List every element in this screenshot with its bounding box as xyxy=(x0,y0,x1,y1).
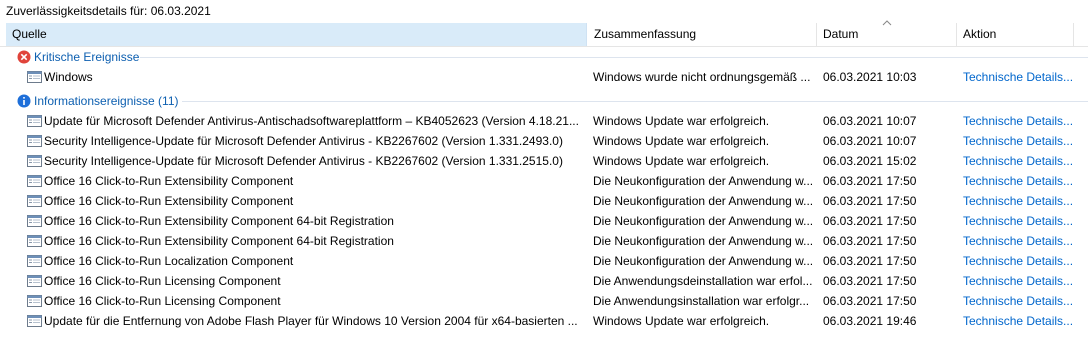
summary-cell: Die Neukonfiguration der Anwendung w... xyxy=(593,214,814,228)
summary-cell: Windows Update war erfolgreich. xyxy=(593,134,770,148)
application-window-icon xyxy=(27,71,42,83)
date-cell: 06.03.2021 10:07 xyxy=(823,114,917,128)
application-window-icon xyxy=(27,155,42,167)
date-cell: 06.03.2021 17:50 xyxy=(823,254,917,268)
source-cell: Security Intelligence-Update für Microso… xyxy=(44,134,563,148)
source-cell: Security Intelligence-Update für Microso… xyxy=(44,154,563,168)
date-cell: 06.03.2021 17:50 xyxy=(823,214,917,228)
table-row[interactable]: Office 16 Click-to-Run Extensibility Com… xyxy=(0,231,1088,251)
table-header: Quelle Zusammenfassung Datum Aktion xyxy=(0,23,1088,47)
source-cell: Office 16 Click-to-Run Extensibility Com… xyxy=(44,234,394,248)
date-cell: 06.03.2021 10:07 xyxy=(823,134,917,148)
technical-details-link[interactable]: Technische Details... xyxy=(963,67,1073,87)
technical-details-link[interactable]: Technische Details... xyxy=(963,191,1073,211)
source-cell: Office 16 Click-to-Run Licensing Compone… xyxy=(44,274,281,288)
application-window-icon xyxy=(27,315,42,327)
source-cell: Update für die Entfernung von Adobe Flas… xyxy=(44,314,578,328)
technical-details-link[interactable]: Technische Details... xyxy=(963,311,1073,331)
source-cell: Update für Microsoft Defender Antivirus-… xyxy=(44,114,579,128)
source-cell: Windows xyxy=(44,70,93,84)
summary-cell: Die Neukonfiguration der Anwendung w... xyxy=(593,174,814,188)
group-divider xyxy=(182,101,1088,102)
group-info-events[interactable]: Informationsereignisse (11) xyxy=(0,91,1088,111)
application-window-icon xyxy=(27,255,42,267)
date-cell: 06.03.2021 17:50 xyxy=(823,274,917,288)
table-row[interactable]: Security Intelligence-Update für Microso… xyxy=(0,131,1088,151)
table-row[interactable]: Office 16 Click-to-Run Licensing Compone… xyxy=(0,291,1088,311)
table-row[interactable]: Update für Microsoft Defender Antivirus-… xyxy=(0,111,1088,131)
summary-cell: Die Neukonfiguration der Anwendung w... xyxy=(593,194,814,208)
sort-ascending-icon xyxy=(882,20,892,26)
technical-details-link[interactable]: Technische Details... xyxy=(963,231,1073,251)
technical-details-link[interactable]: Technische Details... xyxy=(963,291,1073,311)
column-header-action[interactable]: Aktion xyxy=(957,23,1074,46)
info-icon xyxy=(17,94,31,108)
table-row[interactable]: Security Intelligence-Update für Microso… xyxy=(0,151,1088,171)
application-window-icon xyxy=(27,215,42,227)
table-row[interactable]: Windows Windows wurde nicht ordnungsgemäß… xyxy=(0,67,1088,87)
column-header-summary[interactable]: Zusammenfassung xyxy=(588,23,817,46)
column-header-source[interactable]: Quelle xyxy=(6,23,587,46)
application-window-icon xyxy=(27,115,42,127)
table-row[interactable]: Office 16 Click-to-Run Licensing Compone… xyxy=(0,271,1088,291)
technical-details-link[interactable]: Technische Details... xyxy=(963,171,1073,191)
summary-cell: Die Neukonfiguration der Anwendung w... xyxy=(593,254,814,268)
application-window-icon xyxy=(27,295,42,307)
technical-details-link[interactable]: Technische Details... xyxy=(963,251,1073,271)
table-row[interactable]: Office 16 Click-to-Run Extensibility Com… xyxy=(0,211,1088,231)
date-cell: 06.03.2021 17:50 xyxy=(823,234,917,248)
date-cell: 06.03.2021 15:02 xyxy=(823,154,917,168)
technical-details-link[interactable]: Technische Details... xyxy=(963,151,1073,171)
technical-details-link[interactable]: Technische Details... xyxy=(963,131,1073,151)
group-label-critical: Kritische Ereignisse xyxy=(34,50,140,64)
summary-cell: Windows Update war erfolgreich. xyxy=(593,154,770,168)
source-cell: Office 16 Click-to-Run Licensing Compone… xyxy=(44,294,281,308)
group-label-info: Informationsereignisse (11) xyxy=(34,94,179,108)
details-title: Zuverlässigkeitsdetails für: 06.03.2021 xyxy=(6,4,211,18)
date-cell: 06.03.2021 17:50 xyxy=(823,194,917,208)
summary-cell: Windows wurde nicht ordnungsgemäß ... xyxy=(593,70,811,84)
summary-cell: Die Anwendungsinstallation war erfolgr..… xyxy=(593,294,810,308)
technical-details-link[interactable]: Technische Details... xyxy=(963,211,1073,231)
application-window-icon xyxy=(27,135,42,147)
error-icon xyxy=(17,50,31,64)
table-row[interactable]: Update für die Entfernung von Adobe Flas… xyxy=(0,311,1088,331)
source-cell: Office 16 Click-to-Run Extensibility Com… xyxy=(44,194,294,208)
summary-cell: Die Anwendungsdeinstallation war erfol..… xyxy=(593,274,813,288)
summary-cell: Windows Update war erfolgreich. xyxy=(593,314,770,328)
group-divider xyxy=(140,57,1088,58)
date-cell: 06.03.2021 10:03 xyxy=(823,70,917,84)
technical-details-link[interactable]: Technische Details... xyxy=(963,271,1073,291)
group-critical-events[interactable]: Kritische Ereignisse xyxy=(0,47,1088,67)
table-row[interactable]: Office 16 Click-to-Run Extensibility Com… xyxy=(0,171,1088,191)
source-cell: Office 16 Click-to-Run Extensibility Com… xyxy=(44,214,394,228)
table-row[interactable]: Office 16 Click-to-Run Localization Comp… xyxy=(0,251,1088,271)
application-window-icon xyxy=(27,195,42,207)
date-cell: 06.03.2021 19:46 xyxy=(823,314,917,328)
date-cell: 06.03.2021 17:50 xyxy=(823,294,917,308)
summary-cell: Windows Update war erfolgreich. xyxy=(593,114,770,128)
source-cell: Office 16 Click-to-Run Extensibility Com… xyxy=(44,174,294,188)
application-window-icon xyxy=(27,175,42,187)
technical-details-link[interactable]: Technische Details... xyxy=(963,111,1073,131)
source-cell: Office 16 Click-to-Run Localization Comp… xyxy=(44,254,294,268)
summary-cell: Die Neukonfiguration der Anwendung w... xyxy=(593,234,814,248)
table-row[interactable]: Office 16 Click-to-Run Extensibility Com… xyxy=(0,191,1088,211)
application-window-icon xyxy=(27,275,42,287)
date-cell: 06.03.2021 17:50 xyxy=(823,174,917,188)
application-window-icon xyxy=(27,235,42,247)
